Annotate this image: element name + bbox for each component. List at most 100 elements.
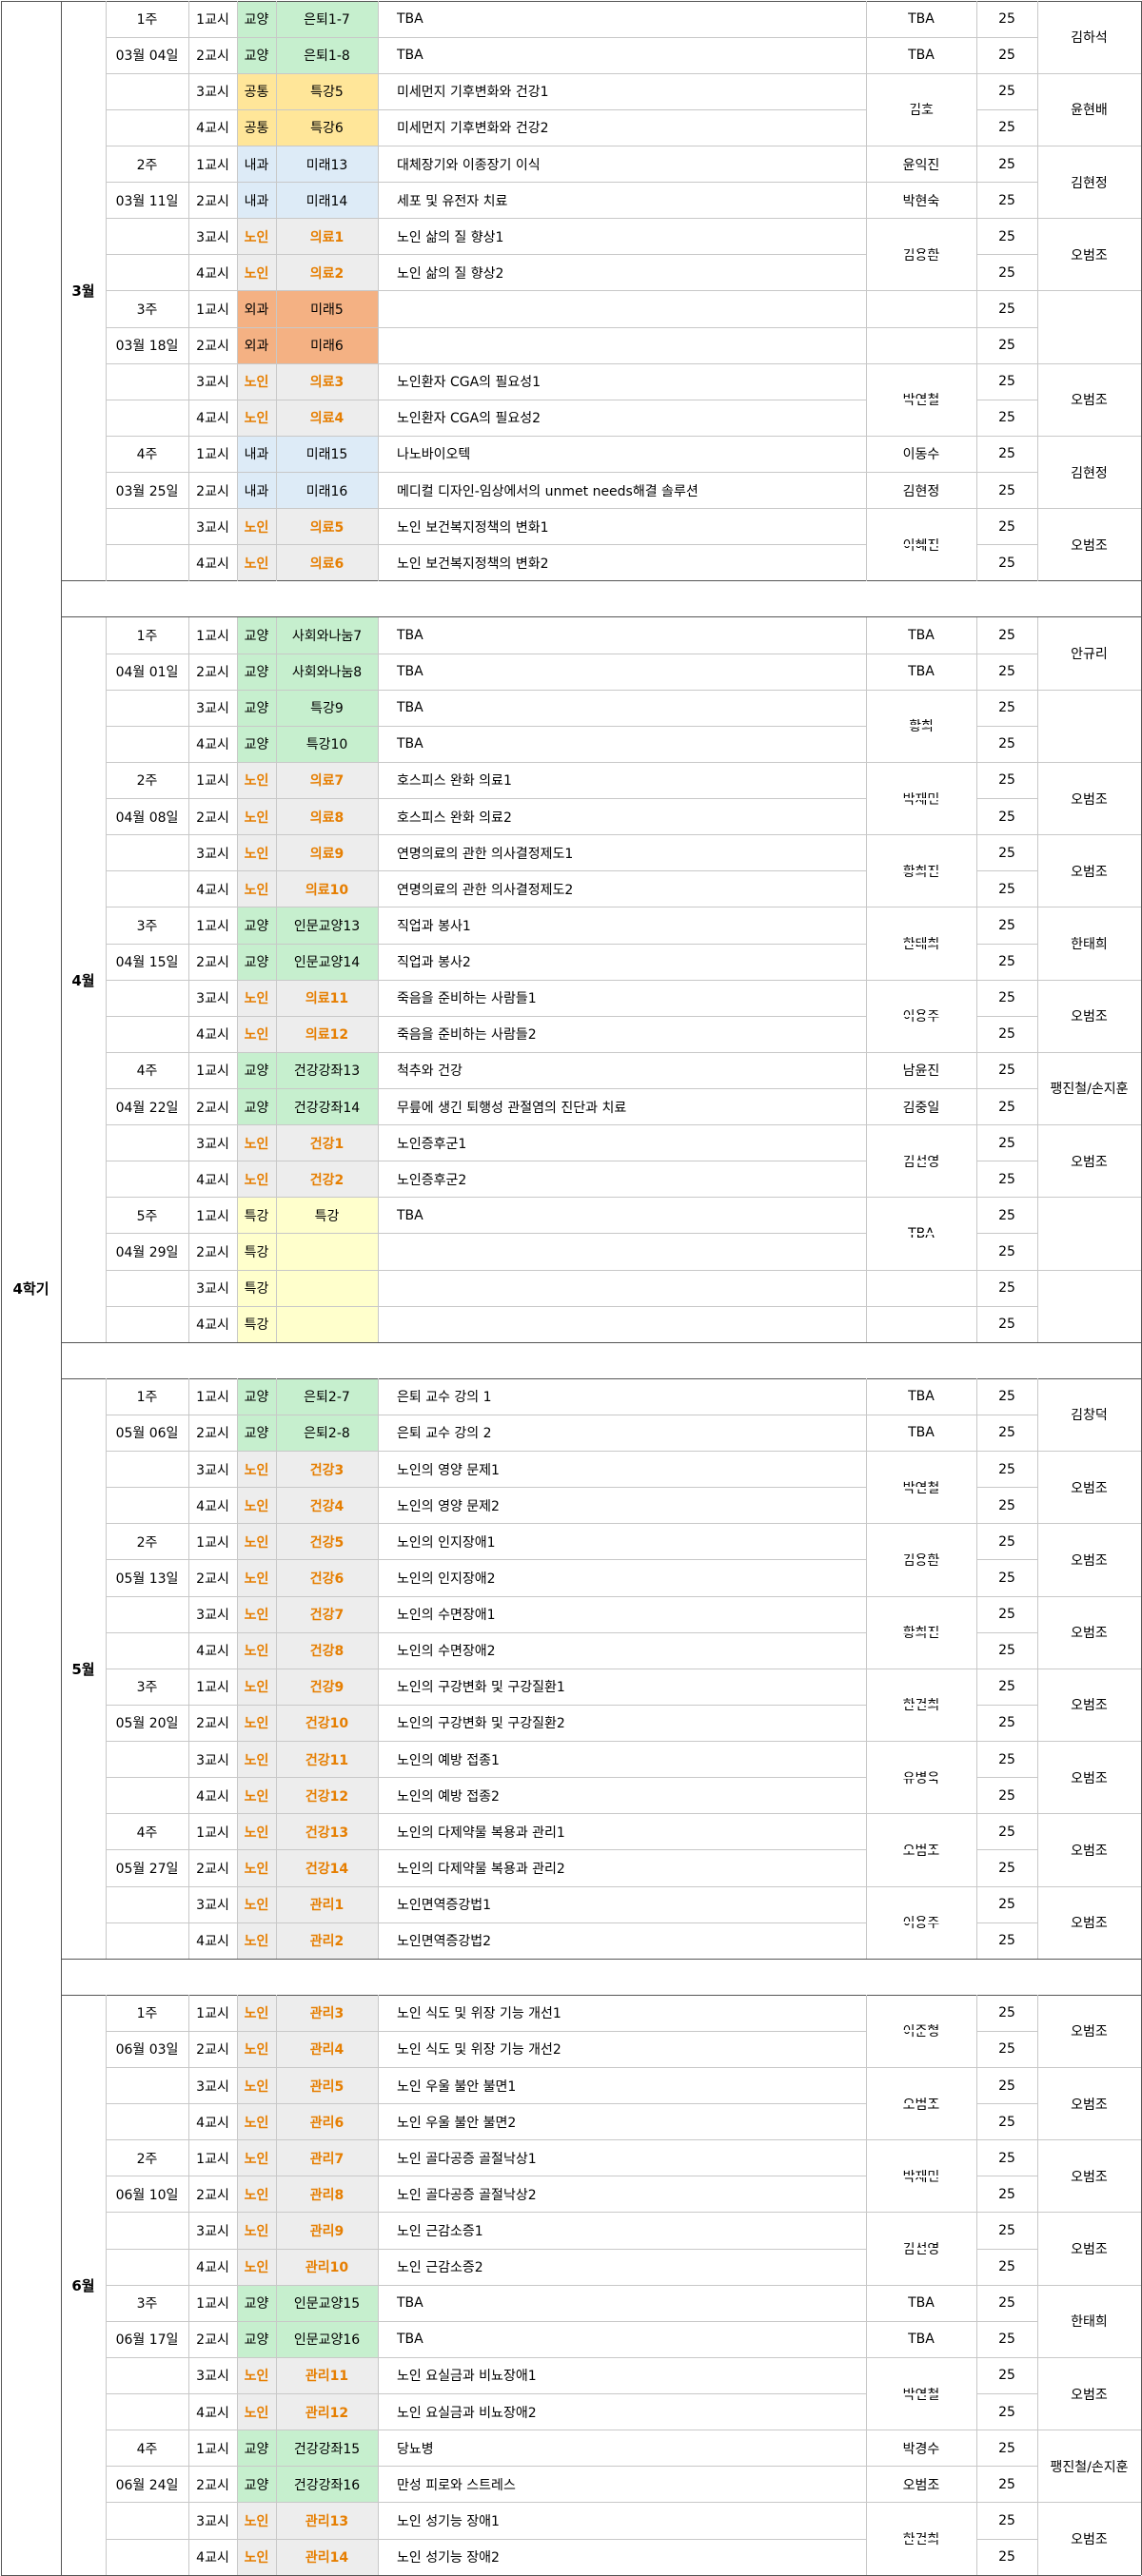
grid-line-v (865, 1995, 867, 2576)
grid-line-h (106, 1777, 188, 1779)
grid-line-h (976, 544, 1037, 546)
category-cell: 노인 (237, 1813, 276, 1850)
subject-cell: 관리10 (276, 2249, 378, 2286)
period-cell: 4교시 (196, 411, 229, 427)
capacity-cell: 25 (998, 2404, 1015, 2420)
category-cell: 교양 (237, 944, 276, 981)
grid-line-h (1037, 290, 1141, 292)
coordinator-cell: 오범조 (1071, 393, 1108, 409)
week-date: 03월 25일 (115, 483, 179, 499)
professor-cell: TBA (908, 1389, 935, 1405)
capacity-cell: 25 (998, 2368, 1015, 2384)
grid-line-h (1037, 1051, 1141, 1053)
grid-line-h (106, 508, 188, 510)
title-cell: 직업과 봉사1 (397, 918, 471, 934)
professor-cell: TBA (908, 2295, 935, 2312)
subject-cell: 의료7 (276, 762, 378, 799)
subject-cell: 특강9 (276, 690, 378, 727)
period-cell: 4교시 (196, 1498, 229, 1514)
subject-cell: 의료8 (276, 798, 378, 835)
period-cell: 1교시 (196, 2151, 229, 2167)
grid-line-h (1037, 2284, 1141, 2286)
capacity-cell: 25 (998, 1280, 1015, 1297)
subject-cell: 건강4 (276, 1487, 378, 1524)
merge-cover (866, 1776, 976, 1779)
grid-line-h (976, 1922, 1037, 1923)
subject-cell: 관리8 (276, 2176, 378, 2213)
category-cell: 교양 (237, 2430, 276, 2467)
period-cell: 4교시 (196, 2550, 229, 2566)
grid-line-h (106, 2066, 188, 2068)
category-cell: 공통 (237, 109, 276, 146)
grid-line-h (106, 870, 188, 872)
professor-cell: 박현숙 (902, 193, 940, 209)
grid-line-h (106, 2212, 188, 2214)
capacity-cell: 25 (998, 1751, 1015, 1767)
subject-cell: 의료1 (276, 218, 378, 255)
period-cell: 3교시 (196, 2369, 229, 2385)
merge-cover (866, 2392, 976, 2395)
merge-cover (866, 1232, 976, 1235)
grid-line-h (976, 1451, 1037, 1453)
capacity-cell: 25 (998, 1860, 1015, 1876)
grade-label: 4학기 (12, 1279, 49, 1298)
category-cell: 교양 (237, 726, 276, 763)
category-cell: 노인 (237, 363, 276, 400)
title-cell: TBA (397, 627, 423, 643)
period-cell: 2교시 (196, 665, 229, 681)
week-label: 2주 (136, 1534, 158, 1551)
period-cell: 3교시 (196, 519, 229, 536)
grid-line-h (106, 36, 188, 38)
category-cell: 노인 (237, 1705, 276, 1742)
grid-line-h (106, 1197, 188, 1199)
grid-line-v (975, 1378, 977, 1960)
grid-line-v (275, 616, 277, 1343)
title-cell: TBA (397, 1207, 423, 1223)
period-cell: 3교시 (196, 846, 229, 862)
professor-cell: 남윤진 (902, 1064, 940, 1080)
category-cell: 노인 (237, 1016, 276, 1053)
grid-line-h (188, 508, 976, 510)
subject-cell: 은퇴2-8 (276, 1415, 378, 1452)
title-cell: 노인의 예방 접종2 (397, 1788, 500, 1805)
grid-line-v (975, 616, 977, 1343)
period-cell: 3교시 (196, 85, 229, 101)
subject-cell: 특강10 (276, 726, 378, 763)
subject-cell: 건강2 (276, 1161, 378, 1198)
grid-line-h (976, 1704, 1037, 1706)
subject-cell: 의료12 (276, 1016, 378, 1053)
professor-cell (866, 1306, 976, 1342)
grid-line-h (976, 1124, 1037, 1126)
capacity-cell: 25 (998, 700, 1015, 716)
grid-line-h (106, 2393, 188, 2395)
grid-line-h (976, 508, 1037, 510)
grid-line-v (865, 1, 867, 581)
grid-line-h (106, 1487, 188, 1489)
grid-line-h (1037, 2502, 1141, 2504)
title-cell: 노인의 영양 문제2 (397, 1498, 500, 1514)
subject-cell: 특강6 (276, 109, 378, 146)
merge-cover (866, 1704, 976, 1707)
category-cell: 외과 (237, 327, 276, 364)
capacity-cell: 25 (998, 2549, 1015, 2566)
title-cell: 노인증후군2 (397, 1172, 467, 1188)
category-cell: 교양 (237, 1088, 276, 1125)
month-label: 6월 (71, 2276, 95, 2294)
week-date: 05월 06일 (115, 1426, 179, 1442)
subject-cell: 의료10 (276, 870, 378, 907)
capacity-cell: 25 (998, 1787, 1015, 1804)
grid-line-h (976, 2103, 1037, 2105)
period-cell: 2교시 (196, 2477, 229, 2493)
title-cell: 노인 성기능 장애2 (397, 2550, 500, 2566)
title-cell: 노인의 다제약물 복용과 관리2 (397, 1861, 565, 1877)
grid-line-v (1036, 1, 1038, 581)
grid-line-h (188, 1741, 976, 1743)
grid-line-h (188, 1197, 976, 1199)
capacity-cell: 25 (998, 809, 1015, 825)
category-cell: 노인 (237, 870, 276, 907)
title-cell: 노인 삶의 질 향상1 (397, 229, 504, 245)
grid-line-h (106, 218, 188, 220)
category-cell: 교양 (237, 1, 276, 38)
category-cell: 노인 (237, 1777, 276, 1814)
grid-line-h (106, 544, 188, 546)
